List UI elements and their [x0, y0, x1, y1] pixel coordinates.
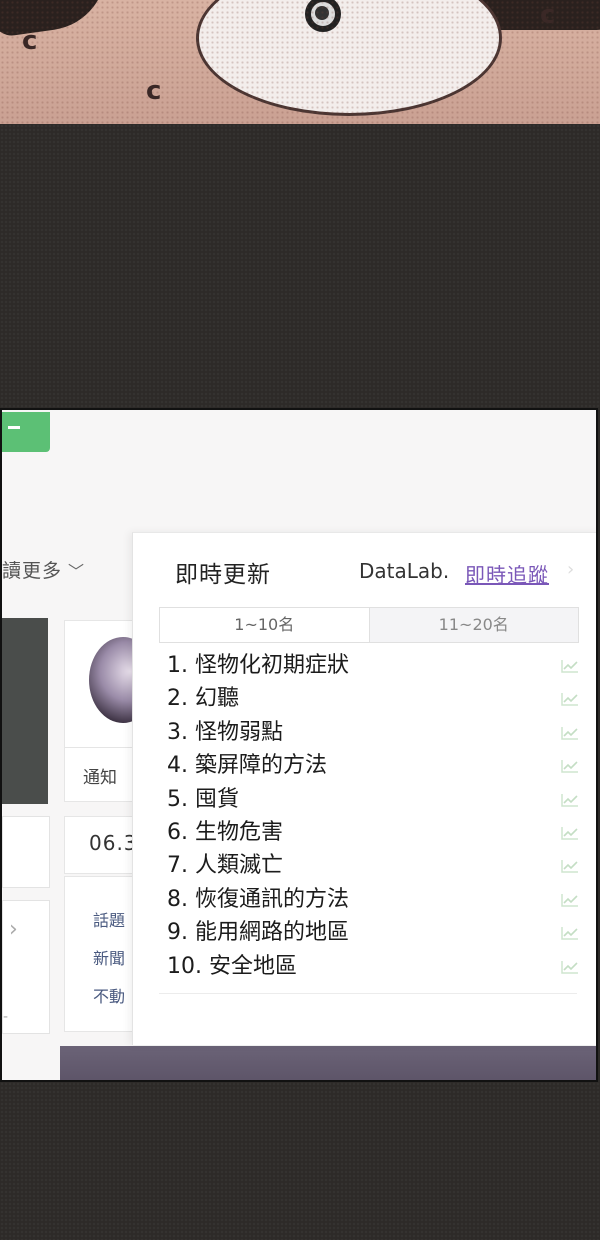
divider — [159, 993, 577, 994]
date-label: 06.3 — [89, 831, 138, 855]
list-item[interactable]: 1. 怪物化初期症狀 — [167, 649, 579, 682]
trend-keyword: 9. 能用網路的地區 — [167, 920, 349, 946]
list-item[interactable]: 8. 恢復通訊的方法 — [167, 883, 579, 916]
trend-keyword: 7. 人類滅亡 — [167, 853, 283, 879]
trend-up-icon[interactable] — [561, 826, 579, 840]
trend-up-icon[interactable] — [561, 926, 579, 940]
notify-label[interactable]: 通知 — [83, 763, 117, 788]
list-item[interactable]: 9. 能用網路的地區 — [167, 916, 579, 949]
sweat-drop-icon: ⅽ — [146, 76, 162, 106]
chevron-down-icon: ﹀ — [68, 562, 86, 581]
dark-gutter-top — [0, 124, 600, 408]
trend-up-icon[interactable] — [561, 692, 579, 707]
list-item[interactable]: 4. 築屏障的方法 — [167, 749, 579, 782]
more-link-label: 讀更多 — [2, 560, 63, 582]
trend-keyword: 8. 恢復通訊的方法 — [167, 886, 349, 912]
more-link[interactable]: 讀更多 ﹀ — [2, 556, 85, 583]
chevron-right-icon[interactable]: › — [567, 559, 574, 580]
browser-screen: 讀更多 ﹀ › - 通知 06.3 話題 新聞 不動 即時更新 DataLab. … — [0, 408, 598, 1082]
trend-up-icon[interactable] — [561, 726, 579, 740]
trend-list: 1. 怪物化初期症狀 2. 幻聽 3. 怪物弱點 4. 築屏障的方法 5. 囤貨… — [167, 649, 579, 983]
realtime-trends-panel: 即時更新 DataLab. 即時追蹤 › 1~10名 11~20名 1. 怪物化… — [132, 532, 596, 1045]
realestate-link[interactable]: 不動 — [93, 983, 125, 1007]
trend-keyword: 3. 怪物弱點 — [167, 719, 283, 745]
trend-up-icon[interactable] — [561, 859, 579, 874]
trend-keyword: 2. 幻聽 — [167, 686, 239, 712]
chevron-right-icon[interactable]: › — [9, 917, 18, 942]
list-item[interactable]: 7. 人類滅亡 — [167, 849, 579, 882]
list-item[interactable]: 10. 安全地區 — [167, 950, 579, 983]
trend-keyword: 6. 生物危害 — [167, 819, 283, 845]
panel-title: 即時更新 — [175, 562, 271, 588]
dash-mark: - — [3, 1009, 9, 1025]
trend-up-icon[interactable] — [561, 793, 579, 807]
list-item[interactable]: 6. 生物危害 — [167, 816, 579, 849]
side-box — [2, 816, 50, 888]
list-item[interactable]: 5. 囤貨 — [167, 783, 579, 816]
screentone — [0, 0, 600, 124]
realtime-track-link[interactable]: 即時追蹤 — [465, 559, 549, 588]
tab-rank-1-10[interactable]: 1~10名 — [160, 608, 369, 642]
list-item[interactable]: 2. 幻聽 — [167, 682, 579, 715]
trend-up-icon[interactable] — [561, 893, 579, 907]
trend-keyword: 1. 怪物化初期症狀 — [167, 653, 349, 678]
topic-link[interactable]: 話題 — [93, 907, 125, 931]
dark-gutter-bottom — [0, 1082, 600, 1240]
side-box-nav: › - — [2, 900, 50, 1034]
news-link[interactable]: 新聞 — [93, 945, 125, 969]
list-item[interactable]: 3. 怪物弱點 — [167, 716, 579, 749]
trend-keyword: 10. 安全地區 — [167, 953, 297, 979]
rank-tabs: 1~10名 11~20名 — [159, 607, 579, 643]
trend-up-icon[interactable] — [561, 960, 579, 974]
trend-up-icon[interactable] — [561, 659, 579, 673]
comic-panel-top: ⅽ ⅽ ⅽ — [0, 0, 600, 127]
bottom-image-strip — [60, 1046, 596, 1080]
thumbnail-image — [2, 618, 48, 804]
trend-up-icon[interactable] — [561, 759, 579, 773]
trend-keyword: 5. 囤貨 — [167, 786, 239, 812]
datalab-label[interactable]: DataLab. — [359, 559, 449, 583]
sweat-drop-icon: ⅽ — [22, 26, 38, 56]
sweat-drop-icon: ⅽ — [540, 0, 556, 30]
tab-rank-11-20[interactable]: 11~20名 — [368, 608, 578, 642]
trend-keyword: 4. 築屏障的方法 — [167, 753, 327, 779]
